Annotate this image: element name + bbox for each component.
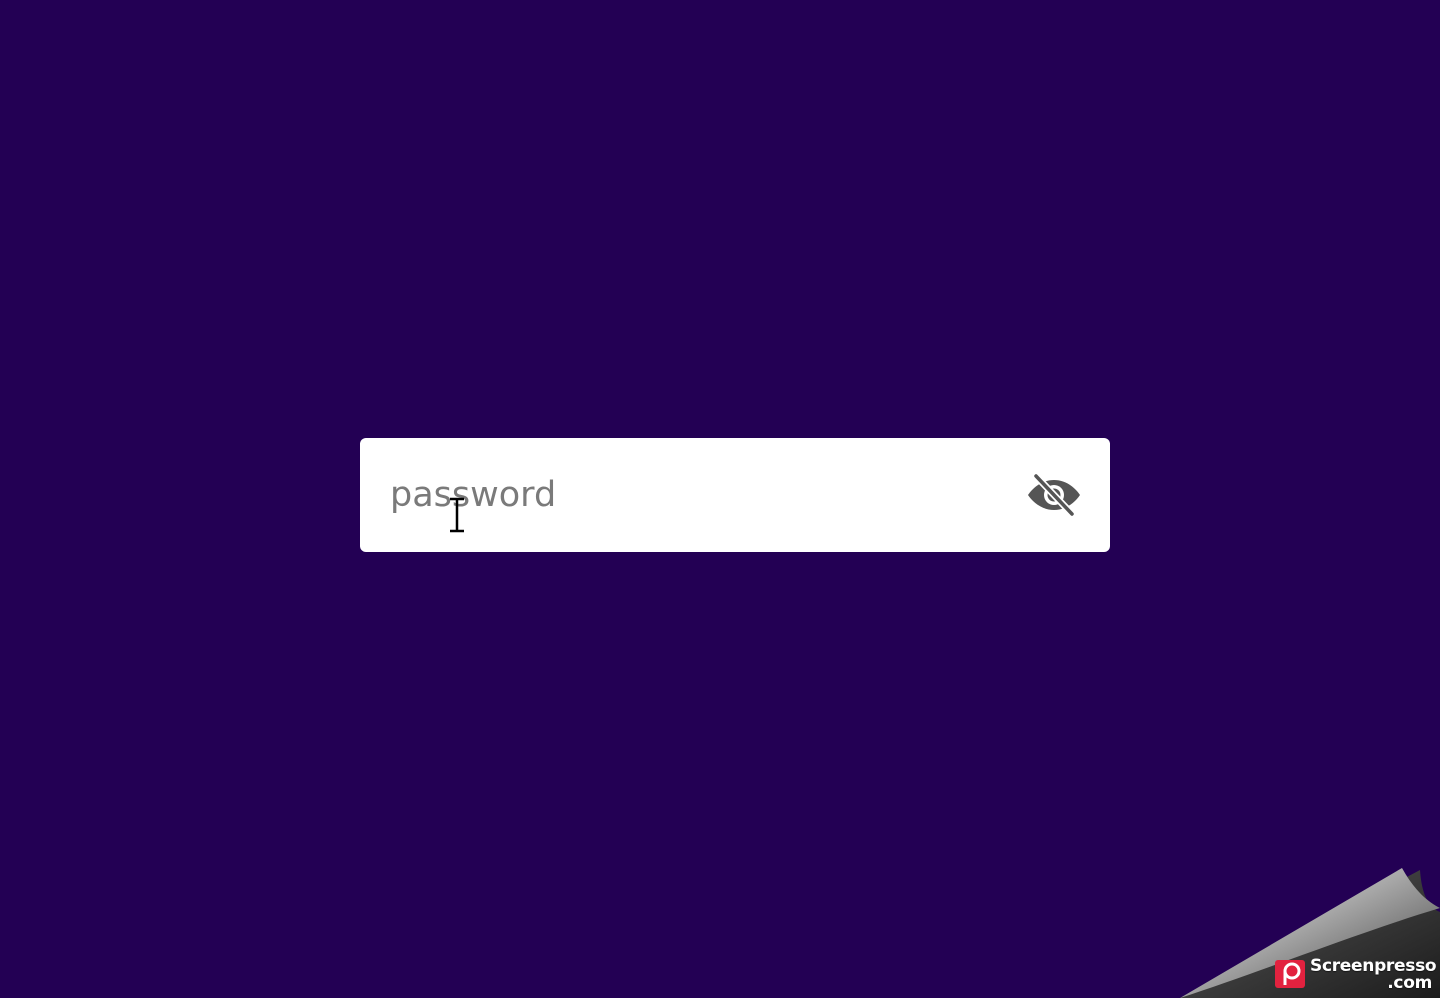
screenpresso-logo — [1275, 960, 1305, 988]
page-curl-watermark: Screenpresso .com — [1180, 868, 1440, 998]
watermark-domain: .com — [1387, 973, 1432, 993]
watermark-text: Screenpresso .com — [1310, 958, 1437, 993]
login-page: Screenpresso .com — [0, 0, 1440, 998]
password-field-container[interactable] — [360, 438, 1110, 552]
password-input[interactable] — [390, 438, 1010, 552]
toggle-password-visibility-button[interactable] — [1026, 472, 1082, 518]
eye-slash-icon — [1028, 474, 1080, 516]
